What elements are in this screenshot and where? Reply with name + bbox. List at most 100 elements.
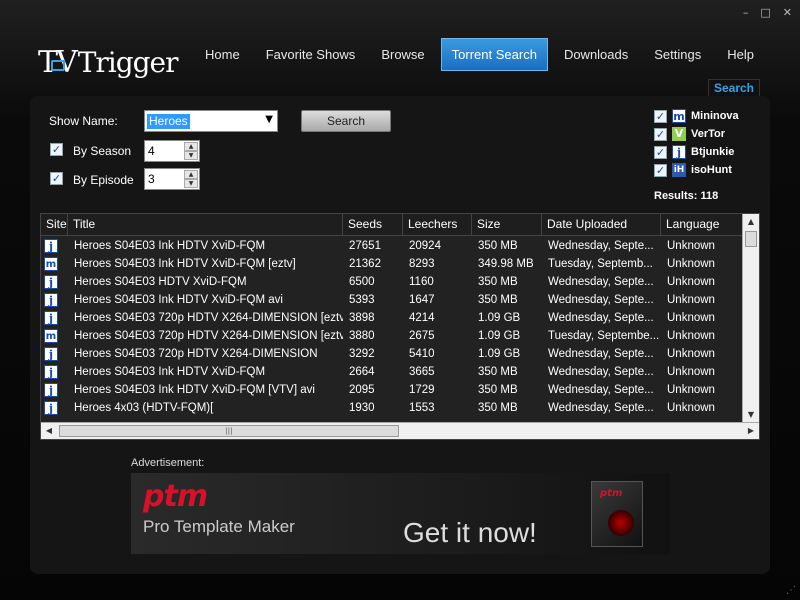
ad-cta[interactable]: Get it now! bbox=[403, 517, 537, 549]
cell-language: Unknown bbox=[667, 276, 715, 288]
table-row[interactable]: m Heroes S04E03 Ink HDTV XviD-FQM [eztv] 2… bbox=[41, 255, 743, 273]
episode-value: 3 bbox=[148, 172, 155, 186]
stepper-down-icon[interactable]: ▼ bbox=[184, 151, 198, 160]
nav-help[interactable]: Help bbox=[717, 38, 764, 71]
cell-seeds: 27651 bbox=[349, 240, 381, 252]
cell-date: Wednesday, Septe... bbox=[548, 240, 654, 252]
minimize-icon[interactable]: – bbox=[743, 6, 749, 19]
show-name-select[interactable]: Heroes ▼ bbox=[144, 110, 278, 132]
btjunkie-icon: j bbox=[44, 239, 58, 253]
cell-leechers: 1553 bbox=[409, 402, 435, 414]
mininova-checkbox[interactable]: ✓ bbox=[654, 109, 667, 123]
table-row[interactable]: j Heroes S04E03 720p HDTV X264-DIMENSION … bbox=[41, 309, 743, 327]
vertical-scrollbar[interactable]: ▲ ▼ bbox=[742, 214, 759, 423]
cell-date: Wednesday, Septe... bbox=[548, 276, 654, 288]
window-controls: – □ ✕ bbox=[743, 6, 792, 19]
scrollbar-thumb[interactable]: ||| bbox=[59, 425, 399, 437]
by-season-checkbox[interactable]: ✓ bbox=[50, 143, 63, 156]
chevron-down-icon[interactable]: ▼ bbox=[265, 114, 273, 125]
season-stepper[interactable]: 4 ▲ ▼ bbox=[144, 140, 200, 162]
advertisement-banner[interactable]: ptm Pro Template Maker Get it now! ptm bbox=[131, 473, 670, 554]
cell-leechers: 8293 bbox=[409, 258, 435, 270]
nav-downloads[interactable]: Downloads bbox=[554, 38, 638, 71]
site-cell: j bbox=[41, 381, 68, 399]
mininova-icon: m bbox=[44, 329, 58, 343]
cell-seeds: 3292 bbox=[349, 348, 375, 360]
cell-date: Tuesday, Septembe... bbox=[548, 330, 660, 342]
scroll-up-icon[interactable]: ▲ bbox=[743, 214, 759, 230]
cell-language: Unknown bbox=[667, 402, 715, 414]
cell-seeds: 21362 bbox=[349, 258, 381, 270]
scrollbar-thumb[interactable] bbox=[745, 231, 757, 247]
close-icon[interactable]: ✕ bbox=[783, 6, 792, 19]
btjunkie-icon: j bbox=[44, 401, 58, 415]
nav-home[interactable]: Home bbox=[195, 38, 250, 71]
table-row[interactable]: m Heroes S04E03 720p HDTV X264-DIMENSION … bbox=[41, 327, 743, 345]
btjunkie-icon: j bbox=[44, 347, 58, 361]
column-header-leechers[interactable]: Leechers bbox=[403, 214, 472, 235]
column-header-seeds[interactable]: Seeds bbox=[343, 214, 403, 235]
table-row[interactable]: j Heroes S04E03 Ink HDTV XviD-FQM 27651 209… bbox=[41, 237, 743, 255]
results-count: Results: 118 bbox=[654, 190, 719, 202]
cell-size: 1.09 GB bbox=[478, 312, 521, 324]
cell-title: Heroes 4x03 (HDTV-FQM)[ bbox=[74, 402, 214, 414]
cell-date: Tuesday, Septemb... bbox=[548, 258, 653, 270]
cell-title: Heroes S04E03 Ink HDTV XviD-FQM [eztv] bbox=[74, 258, 296, 270]
cell-seeds: 6500 bbox=[349, 276, 375, 288]
table-row[interactable]: j Heroes S04E03 Ink HDTV XviD-FQM [VTV] a… bbox=[41, 381, 743, 399]
by-episode-checkbox[interactable]: ✓ bbox=[50, 172, 63, 185]
table-row[interactable]: j Heroes S04E03 Ink HDTV XviD-FQM avi 5393… bbox=[41, 291, 743, 309]
cell-date: Wednesday, Septe... bbox=[548, 366, 654, 378]
cell-leechers: 2675 bbox=[409, 330, 435, 342]
cell-size: 350 MB bbox=[478, 240, 518, 252]
cell-leechers: 5410 bbox=[409, 348, 435, 360]
nav-torrent-search[interactable]: Torrent Search bbox=[440, 38, 548, 71]
column-header-date-uploaded[interactable]: Date Uploaded bbox=[542, 214, 661, 235]
site-vertor: ✓ V VerTor bbox=[654, 125, 725, 143]
column-header-title[interactable]: Title bbox=[68, 214, 343, 235]
resize-grip-icon[interactable]: ⋰ bbox=[786, 586, 796, 596]
btjunkie-icon: j bbox=[44, 293, 58, 307]
btjunkie-checkbox[interactable]: ✓ bbox=[654, 145, 667, 159]
site-cell: j bbox=[41, 237, 68, 255]
scroll-left-icon[interactable]: ◀ bbox=[41, 423, 57, 439]
cell-date: Wednesday, Septe... bbox=[548, 348, 654, 360]
stepper-up-icon[interactable]: ▲ bbox=[184, 142, 198, 151]
search-button[interactable]: Search bbox=[301, 110, 391, 132]
cell-title: Heroes S04E03 Ink HDTV XviD-FQM bbox=[74, 366, 266, 378]
tab-search[interactable]: Search bbox=[708, 79, 760, 97]
stepper-down-icon[interactable]: ▼ bbox=[184, 179, 198, 188]
table-row[interactable]: j Heroes 4x03 (HDTV-FQM)[1930 1553 350 MB We… bbox=[41, 399, 743, 417]
cell-date: Wednesday, Septe... bbox=[548, 294, 654, 306]
table-row[interactable]: j Heroes S04E03 HDTV XviD-FQM 6500 1160 350 … bbox=[41, 273, 743, 291]
cell-seeds: 3898 bbox=[349, 312, 375, 324]
cell-title: Heroes S04E03 720p HDTV X264-DIMENSION [… bbox=[74, 330, 343, 342]
ad-product-box-image: ptm bbox=[591, 481, 643, 547]
cell-language: Unknown bbox=[667, 384, 715, 396]
ad-product-name: Pro Template Maker bbox=[143, 517, 295, 536]
table-row[interactable]: j Heroes S04E03 720p HDTV X264-DIMENSION 3… bbox=[41, 345, 743, 363]
app-logo: TV Trigger bbox=[38, 42, 179, 79]
episode-stepper[interactable]: 3 ▲ ▼ bbox=[144, 168, 200, 190]
column-header-language[interactable]: Language bbox=[661, 214, 743, 235]
nav-browse[interactable]: Browse bbox=[371, 38, 434, 71]
cell-size: 350 MB bbox=[478, 402, 518, 414]
scroll-down-icon[interactable]: ▼ bbox=[743, 407, 759, 423]
table-body: j Heroes S04E03 Ink HDTV XviD-FQM 27651 209… bbox=[41, 237, 743, 423]
isohunt-checkbox[interactable]: ✓ bbox=[654, 163, 667, 177]
nav-favorite-shows[interactable]: Favorite Shows bbox=[256, 38, 366, 71]
logo-trigger: Trigger bbox=[77, 46, 179, 79]
column-header-size[interactable]: Size bbox=[472, 214, 542, 235]
vertor-checkbox[interactable]: ✓ bbox=[654, 127, 667, 141]
stepper-up-icon[interactable]: ▲ bbox=[184, 170, 198, 179]
horizontal-scrollbar[interactable]: ◀ ||| ▶ bbox=[41, 422, 759, 439]
scroll-right-icon[interactable]: ▶ bbox=[743, 423, 759, 439]
cell-date: Wednesday, Septe... bbox=[548, 402, 654, 414]
maximize-icon[interactable]: □ bbox=[760, 6, 770, 19]
table-row[interactable]: j Heroes S04E03 Ink HDTV XviD-FQM 2664 3665… bbox=[41, 363, 743, 381]
cell-language: Unknown bbox=[667, 258, 715, 270]
column-header-site[interactable]: Site bbox=[41, 214, 68, 235]
nav-settings[interactable]: Settings bbox=[644, 38, 711, 71]
cell-leechers: 20924 bbox=[409, 240, 441, 252]
site-cell: m bbox=[41, 255, 68, 273]
